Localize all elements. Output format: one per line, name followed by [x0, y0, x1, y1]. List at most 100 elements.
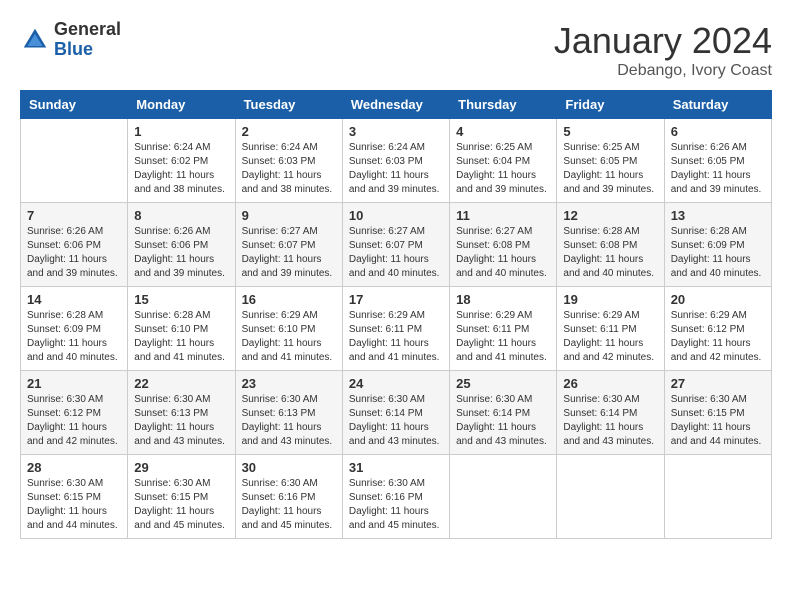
- day-number: 21: [27, 376, 121, 391]
- calendar-cell: 6Sunrise: 6:26 AMSunset: 6:05 PMDaylight…: [664, 119, 771, 203]
- calendar-cell: 27 Sunrise: 6:30 AMSunset: 6:15 PMDayligh…: [664, 371, 771, 455]
- weekday-header: Saturday: [664, 91, 771, 119]
- logo-blue: Blue: [54, 40, 121, 60]
- day-number: 30: [242, 460, 336, 475]
- day-number: 5: [563, 124, 657, 139]
- calendar-cell: 10 Sunrise: 6:27 AMSunset: 6:07 PMDayligh…: [342, 203, 449, 287]
- calendar-cell: 19 Sunrise: 6:29 AMSunset: 6:11 PMDayligh…: [557, 287, 664, 371]
- day-number: 26: [563, 376, 657, 391]
- day-info: Sunrise: 6:29 AMSunset: 6:11 PMDaylight:…: [563, 309, 657, 365]
- calendar-cell: 21 Sunrise: 6:30 AMSunset: 6:12 PMDayligh…: [21, 371, 128, 455]
- location: Debango, Ivory Coast: [554, 62, 772, 80]
- calendar-cell: 8 Sunrise: 6:26 AMSunset: 6:06 PMDaylight…: [128, 203, 235, 287]
- calendar-cell: [450, 455, 557, 539]
- calendar-cell: 3Sunrise: 6:24 AMSunset: 6:03 PMDaylight…: [342, 119, 449, 203]
- day-number: 23: [242, 376, 336, 391]
- day-number: 10: [349, 208, 443, 223]
- calendar-cell: [664, 455, 771, 539]
- day-number: 29: [134, 460, 228, 475]
- day-number: 19: [563, 292, 657, 307]
- day-number: 16: [242, 292, 336, 307]
- logo-icon: [20, 25, 50, 55]
- day-info: Sunrise: 6:28 AMSunset: 6:09 PMDaylight:…: [671, 225, 765, 281]
- calendar-cell: 9 Sunrise: 6:27 AMSunset: 6:07 PMDaylight…: [235, 203, 342, 287]
- day-number: 9: [242, 208, 336, 223]
- day-info: Sunrise: 6:27 AMSunset: 6:07 PMDaylight:…: [242, 225, 336, 281]
- calendar-cell: 11Sunrise: 6:27 AMSunset: 6:08 PMDayligh…: [450, 203, 557, 287]
- day-info: Sunrise: 6:30 AMSunset: 6:14 PMDaylight:…: [563, 393, 657, 449]
- day-info: Sunrise: 6:25 AMSunset: 6:05 PMDaylight:…: [563, 141, 657, 197]
- day-info: Sunrise: 6:29 AMSunset: 6:11 PMDaylight:…: [349, 309, 443, 365]
- day-number: 8: [134, 208, 228, 223]
- day-number: 28: [27, 460, 121, 475]
- calendar-cell: 2 Sunrise: 6:24 AMSunset: 6:03 PMDaylight…: [235, 119, 342, 203]
- calendar-cell: 22Sunrise: 6:30 AMSunset: 6:13 PMDayligh…: [128, 371, 235, 455]
- day-info: Sunrise: 6:30 AMSunset: 6:15 PMDaylight:…: [27, 477, 121, 533]
- page-header: General Blue January 2024 Debango, Ivory…: [20, 20, 772, 80]
- weekday-header: Wednesday: [342, 91, 449, 119]
- day-info: Sunrise: 6:30 AMSunset: 6:15 PMDaylight:…: [671, 393, 765, 449]
- calendar-cell: 24 Sunrise: 6:30 AMSunset: 6:14 PMDayligh…: [342, 371, 449, 455]
- weekday-header: Friday: [557, 91, 664, 119]
- day-number: 15: [134, 292, 228, 307]
- day-info: Sunrise: 6:28 AMSunset: 6:08 PMDaylight:…: [563, 225, 657, 281]
- day-info: Sunrise: 6:29 AMSunset: 6:10 PMDaylight:…: [242, 309, 336, 365]
- weekday-header: Tuesday: [235, 91, 342, 119]
- day-info: Sunrise: 6:25 AMSunset: 6:04 PMDaylight:…: [456, 141, 550, 197]
- logo-text: General Blue: [54, 20, 121, 60]
- day-info: Sunrise: 6:30 AMSunset: 6:15 PMDaylight:…: [134, 477, 228, 533]
- day-number: 2: [242, 124, 336, 139]
- day-info: Sunrise: 6:30 AMSunset: 6:14 PMDaylight:…: [349, 393, 443, 449]
- day-info: Sunrise: 6:29 AMSunset: 6:11 PMDaylight:…: [456, 309, 550, 365]
- day-info: Sunrise: 6:26 AMSunset: 6:05 PMDaylight:…: [671, 141, 765, 197]
- day-info: Sunrise: 6:28 AMSunset: 6:10 PMDaylight:…: [134, 309, 228, 365]
- calendar-cell: 4Sunrise: 6:25 AMSunset: 6:04 PMDaylight…: [450, 119, 557, 203]
- day-info: Sunrise: 6:30 AMSunset: 6:13 PMDaylight:…: [134, 393, 228, 449]
- day-info: Sunrise: 6:30 AMSunset: 6:14 PMDaylight:…: [456, 393, 550, 449]
- weekday-header: Sunday: [21, 91, 128, 119]
- calendar-cell: 15 Sunrise: 6:28 AMSunset: 6:10 PMDayligh…: [128, 287, 235, 371]
- day-info: Sunrise: 6:26 AMSunset: 6:06 PMDaylight:…: [27, 225, 121, 281]
- calendar-cell: 26 Sunrise: 6:30 AMSunset: 6:14 PMDayligh…: [557, 371, 664, 455]
- weekday-header: Monday: [128, 91, 235, 119]
- day-info: Sunrise: 6:30 AMSunset: 6:16 PMDaylight:…: [349, 477, 443, 533]
- calendar-cell: 17 Sunrise: 6:29 AMSunset: 6:11 PMDayligh…: [342, 287, 449, 371]
- day-info: Sunrise: 6:26 AMSunset: 6:06 PMDaylight:…: [134, 225, 228, 281]
- day-info: Sunrise: 6:27 AMSunset: 6:07 PMDaylight:…: [349, 225, 443, 281]
- title-area: January 2024 Debango, Ivory Coast: [554, 20, 772, 80]
- day-info: Sunrise: 6:28 AMSunset: 6:09 PMDaylight:…: [27, 309, 121, 365]
- day-info: Sunrise: 6:30 AMSunset: 6:12 PMDaylight:…: [27, 393, 121, 449]
- day-number: 7: [27, 208, 121, 223]
- calendar-cell: 13 Sunrise: 6:28 AMSunset: 6:09 PMDayligh…: [664, 203, 771, 287]
- day-info: Sunrise: 6:30 AMSunset: 6:16 PMDaylight:…: [242, 477, 336, 533]
- day-number: 31: [349, 460, 443, 475]
- day-number: 27: [671, 376, 765, 391]
- day-number: 24: [349, 376, 443, 391]
- calendar-cell: 28 Sunrise: 6:30 AMSunset: 6:15 PMDayligh…: [21, 455, 128, 539]
- day-number: 3: [349, 124, 443, 139]
- day-info: Sunrise: 6:30 AMSunset: 6:13 PMDaylight:…: [242, 393, 336, 449]
- calendar-cell: [21, 119, 128, 203]
- month-title: January 2024: [554, 20, 772, 62]
- calendar-cell: 1Sunrise: 6:24 AMSunset: 6:02 PMDaylight…: [128, 119, 235, 203]
- day-number: 1: [134, 124, 228, 139]
- day-info: Sunrise: 6:29 AMSunset: 6:12 PMDaylight:…: [671, 309, 765, 365]
- day-info: Sunrise: 6:24 AMSunset: 6:03 PMDaylight:…: [242, 141, 336, 197]
- day-number: 25: [456, 376, 550, 391]
- weekday-header: Thursday: [450, 91, 557, 119]
- day-number: 11: [456, 208, 550, 223]
- calendar-cell: 31 Sunrise: 6:30 AMSunset: 6:16 PMDayligh…: [342, 455, 449, 539]
- day-number: 14: [27, 292, 121, 307]
- calendar-cell: 16 Sunrise: 6:29 AMSunset: 6:10 PMDayligh…: [235, 287, 342, 371]
- day-number: 13: [671, 208, 765, 223]
- day-number: 18: [456, 292, 550, 307]
- calendar-cell: 23 Sunrise: 6:30 AMSunset: 6:13 PMDayligh…: [235, 371, 342, 455]
- day-number: 20: [671, 292, 765, 307]
- day-number: 17: [349, 292, 443, 307]
- calendar-table: SundayMondayTuesdayWednesdayThursdayFrid…: [20, 90, 772, 539]
- logo-general: General: [54, 20, 121, 40]
- calendar-cell: 7 Sunrise: 6:26 AMSunset: 6:06 PMDaylight…: [21, 203, 128, 287]
- calendar-cell: 12Sunrise: 6:28 AMSunset: 6:08 PMDayligh…: [557, 203, 664, 287]
- calendar-cell: 14 Sunrise: 6:28 AMSunset: 6:09 PMDayligh…: [21, 287, 128, 371]
- calendar-cell: 29 Sunrise: 6:30 AMSunset: 6:15 PMDayligh…: [128, 455, 235, 539]
